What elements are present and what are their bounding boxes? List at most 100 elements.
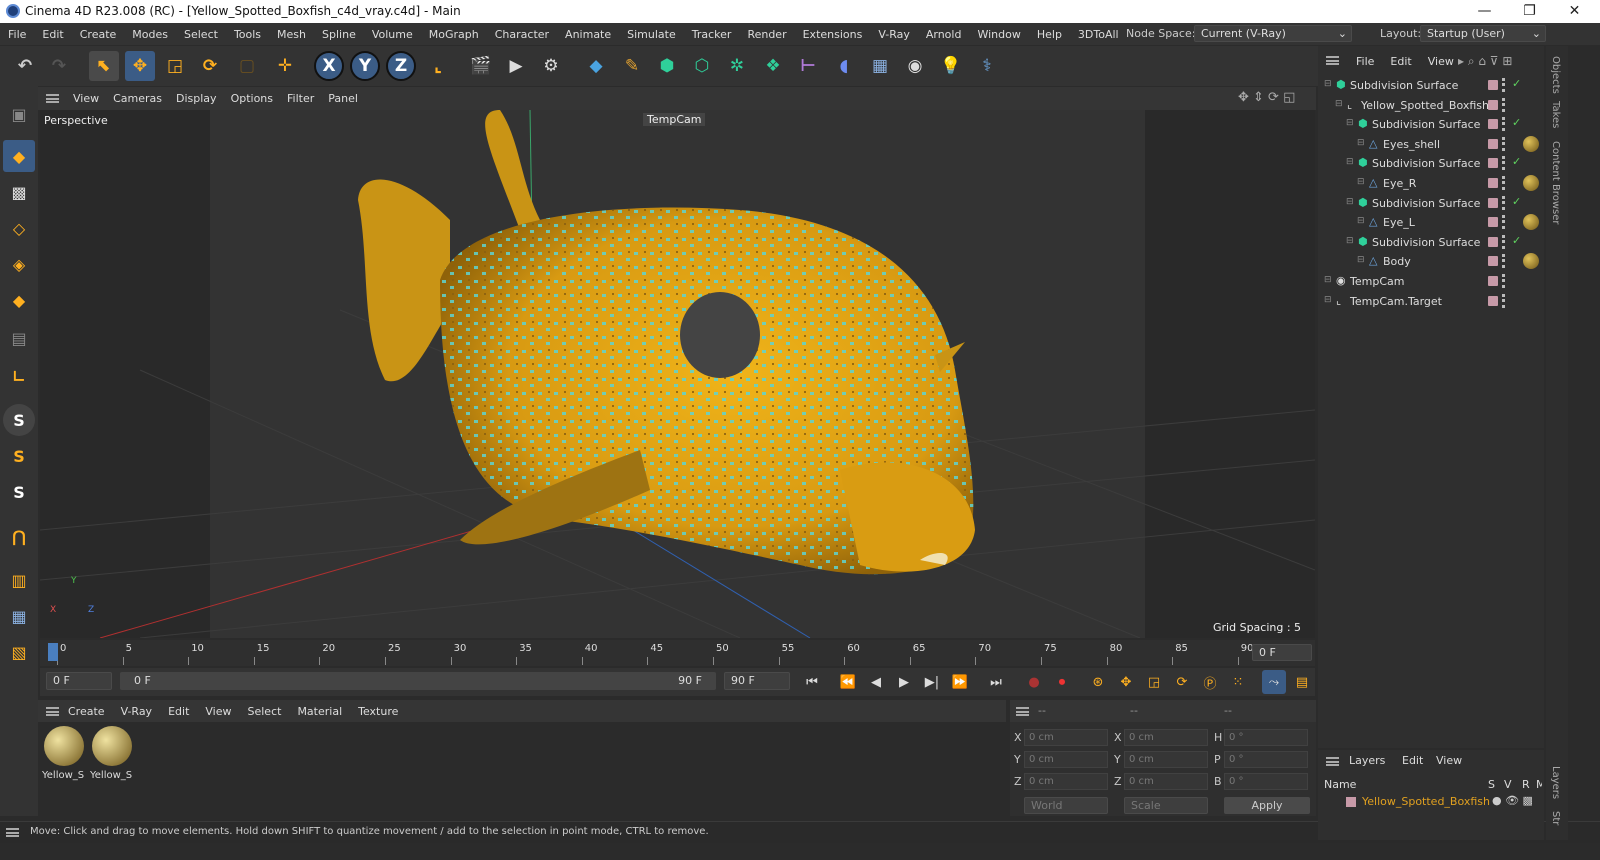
- menu-mograph[interactable]: MoGraph: [421, 28, 487, 41]
- object-row[interactable]: ⊟ ⬢ Subdivision Surface ✓: [1322, 233, 1540, 252]
- material-tag-icon[interactable]: [1523, 175, 1539, 191]
- 3d-viewport[interactable]: Perspective TempCam Grid Spacing : 5 cm …: [40, 110, 1315, 638]
- expand-toggle-icon[interactable]: ⊟: [1357, 138, 1365, 148]
- make-editable-icon[interactable]: ▣: [3, 98, 35, 130]
- layer-color-tag[interactable]: [1488, 236, 1498, 247]
- viewport-menu-filter[interactable]: Filter: [280, 92, 321, 105]
- solo-icon[interactable]: S: [3, 404, 35, 436]
- recent-tool-icon[interactable]: ▢: [232, 51, 262, 81]
- key-rotation-icon[interactable]: ⟳: [1170, 670, 1194, 694]
- menu-vray[interactable]: V-Ray: [870, 28, 918, 41]
- enabled-check-icon[interactable]: ✓: [1512, 155, 1521, 168]
- expand-toggle-icon[interactable]: ⊟: [1324, 275, 1332, 285]
- cloner-icon[interactable]: ✲: [722, 51, 752, 81]
- object-row[interactable]: ⊟ ⌞ Yellow_Spotted_Boxfish: [1322, 96, 1540, 115]
- next-frame-icon[interactable]: ▶|: [920, 670, 944, 694]
- snap-magnet-icon[interactable]: ⋂: [3, 520, 35, 552]
- scale-tool-icon[interactable]: ◲: [160, 51, 190, 81]
- interpolation-icon[interactable]: ⤳: [1262, 670, 1286, 694]
- menu-character[interactable]: Character: [487, 28, 557, 41]
- expand-toggle-icon[interactable]: ⊟: [1346, 118, 1354, 128]
- layer-color-tag[interactable]: [1488, 138, 1498, 149]
- render-view-icon[interactable]: 🎬: [466, 51, 496, 81]
- start-frame-field[interactable]: 0 F: [46, 672, 112, 690]
- expand-toggle-icon[interactable]: ⊟: [1346, 157, 1354, 167]
- rotate-tool-icon[interactable]: ⟳: [195, 51, 225, 81]
- go-to-start-icon[interactable]: ⏮: [800, 670, 824, 694]
- material-menu-texture[interactable]: Texture: [350, 705, 406, 718]
- end-frame-field[interactable]: 90 F: [724, 672, 790, 690]
- object-row[interactable]: ⊟ △ Body: [1322, 252, 1540, 271]
- object-row[interactable]: ⊟ △ Eye_L: [1322, 213, 1540, 232]
- autokey-icon[interactable]: ⏺: [1050, 670, 1074, 694]
- enabled-check-icon[interactable]: ✓: [1512, 195, 1521, 208]
- apply-button[interactable]: Apply: [1224, 797, 1310, 814]
- subdivision-surface-icon[interactable]: ⬢: [652, 51, 682, 81]
- material-menu-select[interactable]: Select: [240, 705, 290, 718]
- menu-tools[interactable]: Tools: [226, 28, 269, 41]
- y-axis-lock-button[interactable]: Y: [350, 51, 380, 81]
- viewport-navigation-icon[interactable]: ✥ ⇕ ⟳ ◱: [1238, 90, 1295, 105]
- layer-color-tag[interactable]: [1488, 217, 1498, 228]
- deformer-icon[interactable]: ⊢: [793, 51, 823, 81]
- menu-mesh[interactable]: Mesh: [269, 28, 314, 41]
- rotation-b-field[interactable]: 0 °: [1224, 773, 1308, 790]
- viewport-menu-options[interactable]: Options: [224, 92, 280, 105]
- visibility-dots-icon[interactable]: [1502, 136, 1508, 151]
- side-tab-layers[interactable]: Layers: [1550, 766, 1561, 799]
- visibility-dots-icon[interactable]: [1502, 117, 1508, 132]
- layer-color-tag[interactable]: [1488, 80, 1498, 90]
- layer-color-tag[interactable]: [1488, 295, 1498, 306]
- visibility-dots-icon[interactable]: [1502, 78, 1508, 92]
- menu-render[interactable]: Render: [739, 28, 794, 41]
- texture-mode-icon[interactable]: ▩: [3, 176, 35, 208]
- key-parameter-icon[interactable]: Ⓟ: [1198, 670, 1222, 694]
- extrude-icon[interactable]: ⬡: [687, 51, 717, 81]
- rotation-p-field[interactable]: 0 °: [1224, 751, 1308, 768]
- menu-3dtoall[interactable]: 3DToAll: [1070, 28, 1127, 41]
- visibility-dots-icon[interactable]: [1502, 97, 1508, 112]
- position-z-field[interactable]: 0 cm: [1024, 773, 1108, 790]
- object-row[interactable]: ⊟ ⬢ Subdivision Surface ✓: [1322, 154, 1540, 173]
- hamburger-menu-icon[interactable]: [1326, 56, 1339, 65]
- material-tag-icon[interactable]: [1523, 253, 1539, 270]
- key-position-icon[interactable]: ✥: [1114, 670, 1138, 694]
- object-row[interactable]: ⊟ △ Eyes_shell: [1322, 135, 1540, 154]
- menu-file[interactable]: File: [0, 28, 34, 41]
- menu-edit[interactable]: Edit: [34, 28, 71, 41]
- material-menu-material[interactable]: Material: [289, 705, 350, 718]
- model-mode-icon[interactable]: ◆: [3, 140, 35, 172]
- node-space-dropdown[interactable]: Current (V-Ray) ⌄: [1194, 25, 1352, 42]
- hamburger-menu-icon[interactable]: [1016, 707, 1029, 716]
- size-y-field[interactable]: 0 cm: [1124, 751, 1208, 768]
- light-icon[interactable]: 💡: [936, 51, 966, 81]
- menu-create[interactable]: Create: [72, 28, 125, 41]
- coordinate-system-icon[interactable]: ⌞: [423, 51, 453, 81]
- menu-select[interactable]: Select: [176, 28, 226, 41]
- keyframe-selection-icon[interactable]: ⊛: [1086, 670, 1110, 694]
- object-row[interactable]: ⊟ ◉ TempCam: [1322, 272, 1540, 291]
- layer-color-tag[interactable]: [1488, 99, 1498, 110]
- layer-color-tag[interactable]: [1488, 197, 1498, 208]
- enabled-check-icon[interactable]: ✓: [1512, 77, 1521, 90]
- visibility-dots-icon[interactable]: [1502, 176, 1508, 190]
- scale-mode-dropdown[interactable]: Scale: [1124, 797, 1208, 814]
- timeline-ruler[interactable]: 0 5 10 15 20 25 30 35 40 45 50 55 60 65 70 75 80 85 90 0 F: [40, 640, 1315, 666]
- enabled-check-icon[interactable]: ✓: [1512, 234, 1521, 247]
- visibility-dots-icon[interactable]: [1502, 195, 1508, 210]
- layer-color-swatch[interactable]: [1346, 797, 1356, 807]
- size-z-field[interactable]: 0 cm: [1124, 773, 1208, 790]
- point-mode-icon[interactable]: ◇: [3, 212, 35, 244]
- rotation-h-field[interactable]: 0 °: [1224, 729, 1308, 746]
- coordinate-space-dropdown[interactable]: World: [1024, 797, 1108, 814]
- hamburger-menu-icon[interactable]: [46, 94, 59, 103]
- viewport-menu-view[interactable]: View: [66, 92, 106, 105]
- material-menu-view[interactable]: View: [197, 705, 239, 718]
- material-menu-create[interactable]: Create: [60, 705, 113, 718]
- side-tab-takes[interactable]: Takes: [1550, 101, 1561, 128]
- object-row[interactable]: ⊟ ⌞ TempCam.Target: [1322, 292, 1540, 311]
- viewport-menu-cameras[interactable]: Cameras: [106, 92, 169, 105]
- layer-toggle-icons[interactable]: ● 👁 ▩: [1492, 794, 1533, 807]
- locked-workplane-icon[interactable]: ▦: [3, 600, 35, 632]
- key-scale-icon[interactable]: ◲: [1142, 670, 1166, 694]
